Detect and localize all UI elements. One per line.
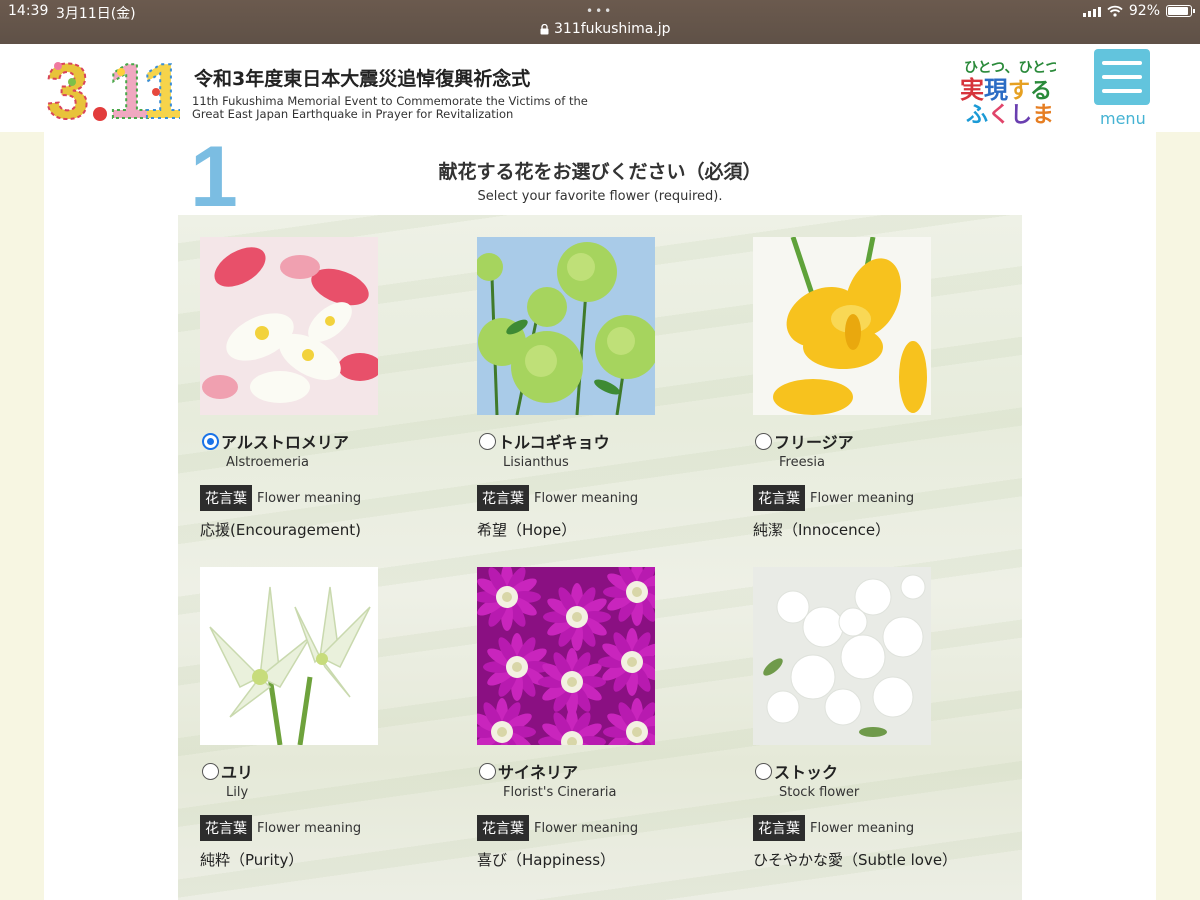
- flower-card-freesia[interactable]: フリージア Freesia 花言葉 Flower meaning 純潔（Inno…: [753, 237, 983, 539]
- battery-icon: [1166, 5, 1195, 17]
- flower-meaning-badge: 花言葉: [753, 485, 805, 511]
- svg-text:実: 実: [960, 76, 984, 104]
- flower-meaning-badge: 花言葉: [200, 815, 252, 841]
- svg-text:る: る: [1030, 79, 1052, 104]
- alstroemeria-photo[interactable]: [200, 237, 378, 415]
- section-title: 献花する花をお選びください（必須）: [438, 161, 762, 183]
- site-header: 3 1 1 令和3年度東日本大震災追悼復興祈念式 11th Fukushima …: [0, 44, 1200, 136]
- status-time: 14:39: [8, 3, 49, 19]
- radio-button[interactable]: [202, 432, 219, 450]
- menu-bar-icon: [1102, 89, 1142, 93]
- menu-bar-icon: [1102, 61, 1142, 65]
- flower-meaning-label: Flower meaning: [257, 820, 362, 836]
- svg-text:し: し: [1010, 103, 1032, 124]
- flower-name-jp: フリージア: [774, 433, 854, 452]
- fukushima-slogan-logo[interactable]: ひとつ、ひとつ、 実 現 す る ふ く し ま: [960, 52, 1073, 128]
- cineraria-photo[interactable]: [477, 567, 655, 745]
- flower-name-en: Lily: [226, 785, 249, 800]
- flower-radio-option[interactable]: サイネリア: [479, 759, 578, 783]
- flower-options-panel: アルストロメリア Alstroemeria 花言葉 Flower meaning…: [178, 215, 1022, 900]
- svg-text:す: す: [1008, 79, 1030, 104]
- svg-text:ひとつ、ひとつ、: ひとつ、ひとつ、: [964, 60, 1056, 76]
- wifi-icon: [1107, 5, 1123, 17]
- flower-meaning-label: Flower meaning: [257, 490, 362, 506]
- flower-name-jp: ユリ: [221, 763, 254, 782]
- flower-card-lisianthus[interactable]: トルコギキョウ Lisianthus 花言葉 Flower meaning 希望…: [477, 237, 707, 539]
- flower-name-en: Lisianthus: [503, 455, 569, 470]
- flower-meaning-badge: 花言葉: [477, 815, 529, 841]
- flower-card-lily[interactable]: ユリ Lily 花言葉 Flower meaning 純粋（Purity）: [200, 567, 430, 869]
- tab-dots-icon[interactable]: •••: [586, 4, 613, 18]
- flower-meaning-badge: 花言葉: [477, 485, 529, 511]
- flower-radio-option[interactable]: アルストロメリア: [202, 429, 349, 453]
- flower-name-en: Freesia: [779, 455, 825, 470]
- address-bar[interactable]: 311fukushima.jp: [540, 21, 671, 37]
- menu-label[interactable]: menu: [1100, 109, 1146, 128]
- flower-meaning-header: 花言葉 Flower meaning: [200, 485, 361, 511]
- svg-text:ふ: ふ: [966, 103, 988, 124]
- flower-name-jp: アルストロメリア: [221, 433, 349, 452]
- radio-button[interactable]: [755, 762, 772, 780]
- stock-photo[interactable]: [753, 567, 931, 745]
- svg-text:く: く: [988, 103, 1010, 124]
- hamburger-menu-button[interactable]: [1094, 49, 1150, 105]
- flower-meaning-value: 喜び（Happiness）: [477, 851, 616, 869]
- flower-meaning-value: 純潔（Innocence）: [753, 521, 891, 539]
- flower-name-en: Alstroemeria: [226, 455, 309, 470]
- flower-radio-option[interactable]: フリージア: [755, 429, 854, 453]
- flower-name-jp: サイネリア: [498, 763, 579, 782]
- flower-name-jp: ストック: [774, 763, 839, 782]
- flower-radio-option[interactable]: トルコギキョウ: [479, 429, 610, 453]
- battery-percent: 92%: [1128, 3, 1160, 19]
- lily-photo[interactable]: [200, 567, 378, 745]
- flower-meaning-label: Flower meaning: [810, 820, 915, 836]
- main-content: 1 献花する花をお選びください（必須） Select your favorite…: [44, 132, 1156, 900]
- event-title-en-line2: Great East Japan Earthquake in Prayer fo…: [192, 107, 514, 121]
- flower-meaning-badge: 花言葉: [200, 485, 252, 511]
- flower-meaning-header: 花言葉 Flower meaning: [753, 485, 914, 511]
- flower-radio-option[interactable]: ストック: [755, 759, 838, 783]
- radio-button[interactable]: [479, 762, 496, 780]
- svg-text:現: 現: [984, 76, 1008, 104]
- flower-name-en: Stock flower: [779, 785, 860, 800]
- cellular-signal-icon: [1082, 6, 1101, 17]
- menu-bar-icon: [1102, 75, 1142, 79]
- flower-meaning-header: 花言葉 Flower meaning: [477, 815, 638, 841]
- flower-meaning-value: 応援(Encouragement): [200, 521, 361, 539]
- flower-meaning-label: Flower meaning: [534, 490, 639, 506]
- radio-button[interactable]: [479, 432, 496, 450]
- flower-meaning-label: Flower meaning: [810, 490, 915, 506]
- flower-card-stock[interactable]: ストック Stock flower 花言葉 Flower meaning ひそや…: [753, 567, 983, 869]
- svg-text:3: 3: [46, 52, 89, 124]
- flower-meaning-header: 花言葉 Flower meaning: [477, 485, 638, 511]
- svg-text:ま: ま: [1032, 103, 1054, 124]
- lock-icon: [540, 23, 549, 34]
- flower-name-en: Florist's Cineraria: [503, 785, 617, 800]
- flower-card-alstroemeria[interactable]: アルストロメリア Alstroemeria 花言葉 Flower meaning…: [200, 237, 430, 539]
- flower-meaning-header: 花言葉 Flower meaning: [753, 815, 914, 841]
- flower-meaning-header: 花言葉 Flower meaning: [200, 815, 361, 841]
- event-title-jp: 令和3年度東日本大震災追悼復興祈念式: [194, 68, 531, 90]
- flower-meaning-value: 希望（Hope）: [477, 521, 577, 539]
- flower-radio-option[interactable]: ユリ: [202, 759, 253, 783]
- flower-meaning-value: 純粋（Purity）: [200, 851, 304, 869]
- freesia-photo[interactable]: [753, 237, 931, 415]
- status-date: 3月11日(金): [56, 6, 136, 22]
- url-text: 311fukushima.jp: [554, 21, 671, 37]
- flower-name-jp: トルコギキョウ: [498, 433, 610, 452]
- lisianthus-photo[interactable]: [477, 237, 655, 415]
- flower-meaning-value: ひそやかな愛（Subtle love）: [753, 851, 958, 869]
- radio-button[interactable]: [202, 762, 219, 780]
- event-title-en: 11th Fukushima Memorial Event to Commemo…: [192, 95, 612, 121]
- event-logo-311[interactable]: 3 1 1: [45, 46, 186, 136]
- svg-text:1: 1: [142, 52, 180, 124]
- section-subtitle: Select your favorite flower (required).: [477, 189, 723, 204]
- ios-status-bar: 14:39 3月11日(金) ••• 311fukushima.jp 92%: [0, 0, 1200, 44]
- radio-button[interactable]: [755, 432, 772, 450]
- flower-meaning-label: Flower meaning: [534, 820, 639, 836]
- flower-card-cineraria[interactable]: サイネリア Florist's Cineraria 花言葉 Flower mea…: [477, 567, 707, 869]
- flower-meaning-badge: 花言葉: [753, 815, 805, 841]
